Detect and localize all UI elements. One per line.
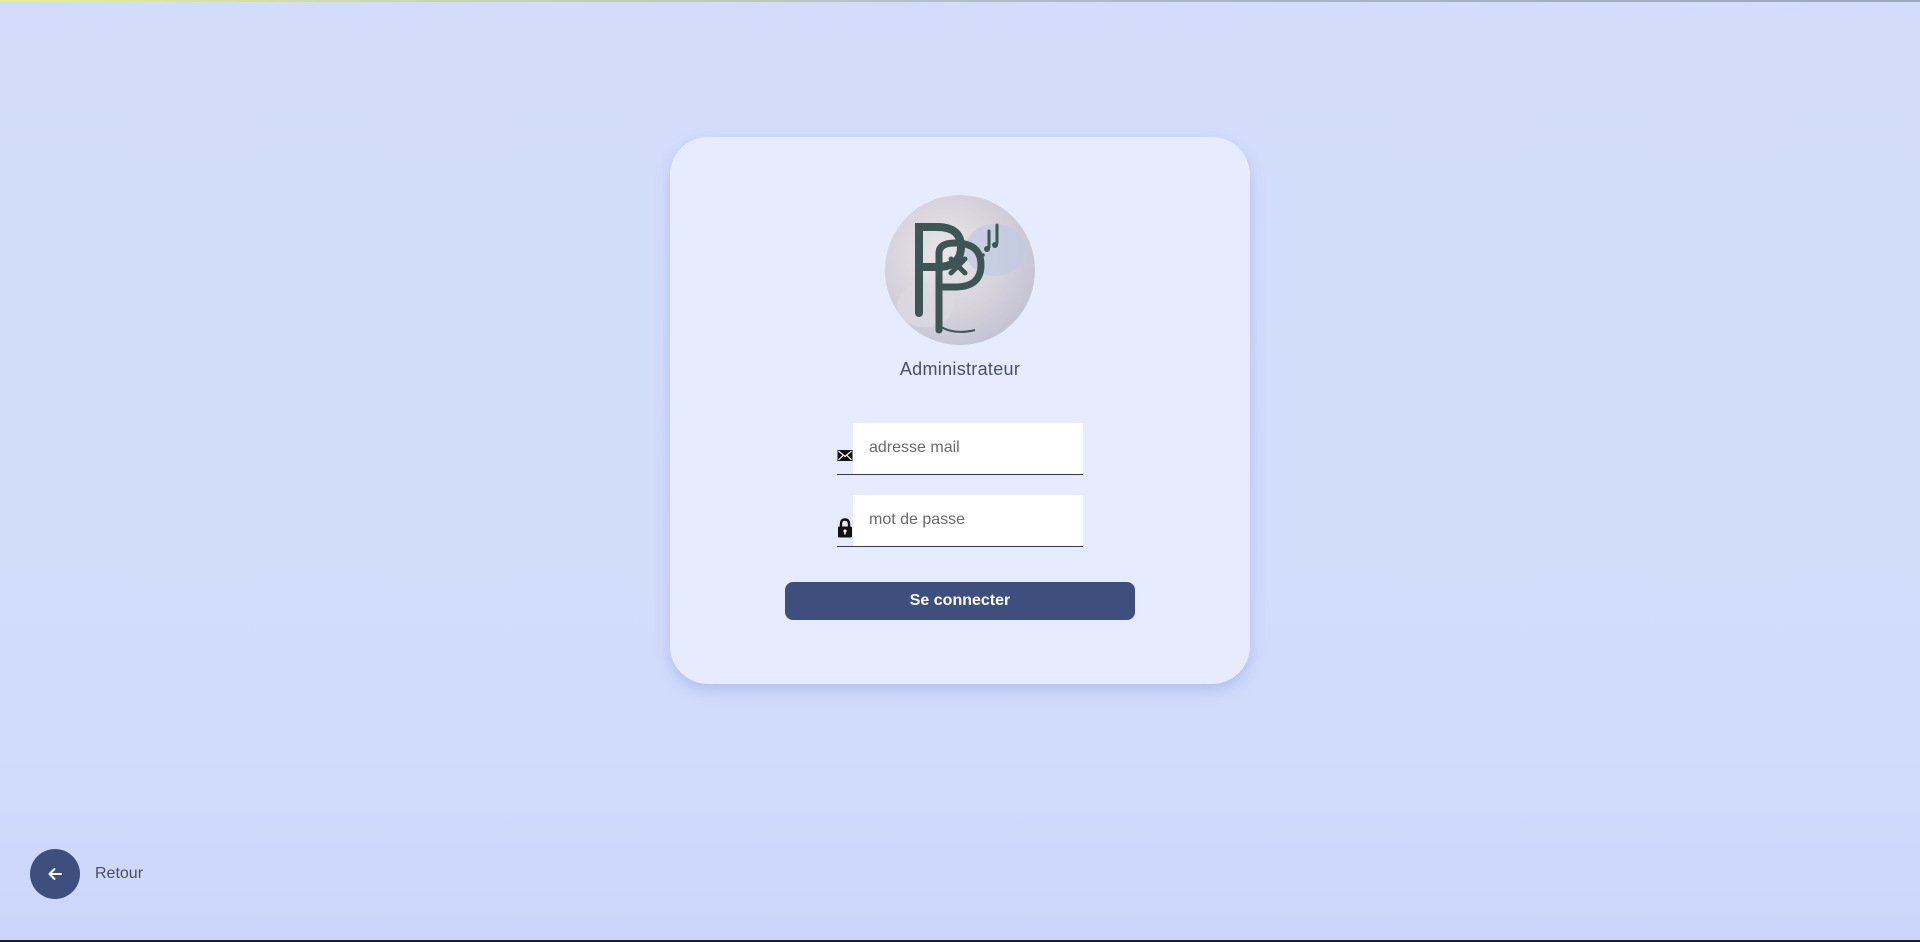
logo-avatar <box>885 195 1035 345</box>
login-button[interactable]: Se connecter <box>785 582 1135 620</box>
back-button[interactable] <box>30 849 80 899</box>
email-input[interactable] <box>869 423 1079 472</box>
back-link[interactable]: Retour <box>30 849 143 899</box>
login-card: Administrateur adresse mail Se connecter <box>670 137 1250 684</box>
lock-icon <box>837 518 853 538</box>
email-field <box>837 423 1083 475</box>
login-page: Administrateur adresse mail Se connecter… <box>0 0 1920 942</box>
arrow-left-icon <box>48 868 62 880</box>
pp-logo-icon <box>897 223 1025 334</box>
role-title: Administrateur <box>899 359 1021 379</box>
password-field <box>837 495 1083 547</box>
top-progress-line <box>0 0 1920 2</box>
password-input[interactable] <box>869 495 1079 544</box>
envelope-icon <box>837 446 853 464</box>
back-label[interactable]: Retour <box>95 865 143 883</box>
